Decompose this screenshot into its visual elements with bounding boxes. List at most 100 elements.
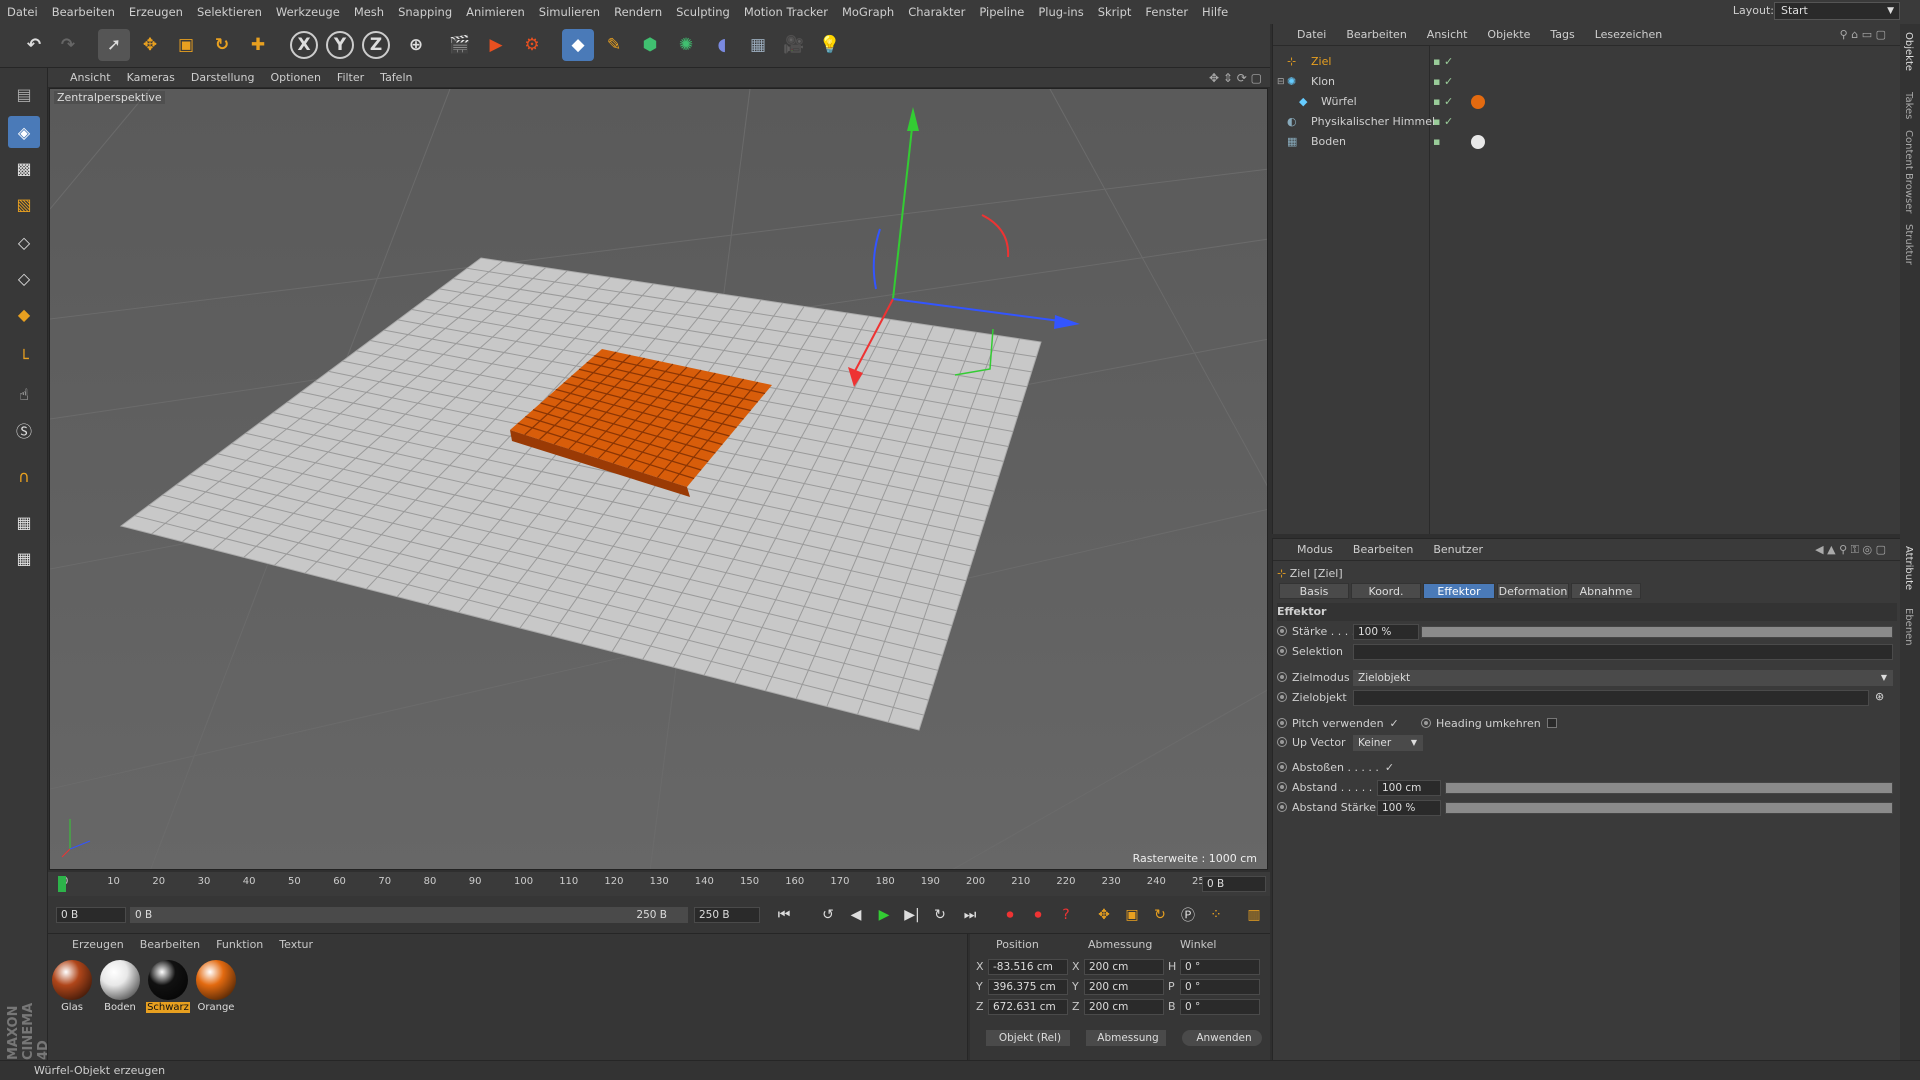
vp-menu-tafeln[interactable]: Tafeln <box>372 71 420 84</box>
vp-menu-optionen[interactable]: Optionen <box>262 71 328 84</box>
menu-bearbeiten[interactable]: Bearbeiten <box>45 5 122 19</box>
coord-mode-select[interactable]: Objekt (Rel) <box>986 1030 1070 1046</box>
dim-y-field[interactable]: 200 cm <box>1084 979 1164 995</box>
polygons-mode-icon[interactable]: ◆ <box>8 298 40 330</box>
pos-y-field[interactable]: 396.375 cm <box>988 979 1068 995</box>
tab-effektor[interactable]: Effektor <box>1423 583 1495 599</box>
last-tool-icon[interactable]: ✚ <box>242 29 274 61</box>
animation-radio[interactable] <box>1277 737 1287 747</box>
am-menu-benutzer[interactable]: Benutzer <box>1423 543 1493 556</box>
live-selection-icon[interactable]: ➚ <box>98 29 130 61</box>
3d-viewport[interactable]: Zentralperspektive Rasterweite : 1000 cm <box>49 88 1268 870</box>
staerke-slider[interactable] <box>1421 626 1893 638</box>
menu-snapping[interactable]: Snapping <box>391 5 459 19</box>
abstand-field[interactable]: 100 cm <box>1377 780 1441 796</box>
next-frame-icon[interactable]: ▶| <box>900 904 924 926</box>
axis-mode-icon[interactable]: └ <box>8 342 40 374</box>
go-to-start-icon[interactable]: ⏮ <box>772 904 796 926</box>
tab-koord[interactable]: Koord. <box>1351 583 1421 599</box>
min-frame-field[interactable]: 0 B <box>56 907 126 923</box>
animation-radio[interactable] <box>1277 692 1287 702</box>
subdivision-icon[interactable]: ⬢ <box>634 29 666 61</box>
object-row-wuerfel[interactable]: ◆ Würfel ▪ ✓ <box>1273 92 1901 112</box>
visibility-check-icon[interactable]: ▪ <box>1433 132 1440 152</box>
tab-deformation[interactable]: Deformation <box>1497 583 1569 599</box>
snapping-icon[interactable]: Ⓢ <box>8 414 40 446</box>
array-icon[interactable]: ✺ <box>670 29 702 61</box>
tab-content-browser[interactable]: Content Browser <box>1903 130 1914 213</box>
timeline-window-icon[interactable]: ▥ <box>1242 904 1266 926</box>
object-row-boden[interactable]: ▦ Boden ▪ <box>1273 132 1901 152</box>
mat-menu-erzeugen[interactable]: Erzeugen <box>64 938 132 951</box>
dim-z-field[interactable]: 200 cm <box>1084 999 1164 1015</box>
menu-werkzeuge[interactable]: Werkzeuge <box>269 5 347 19</box>
zielobjekt-field[interactable] <box>1353 690 1869 706</box>
tab-objekte[interactable]: Objekte <box>1903 32 1914 71</box>
animation-radio[interactable] <box>1277 646 1287 656</box>
menu-pipeline[interactable]: Pipeline <box>972 5 1031 19</box>
tab-ebenen[interactable]: Ebenen <box>1903 608 1914 646</box>
planar-workplane-icon[interactable]: ▦ <box>8 542 40 574</box>
material-tag-icon[interactable] <box>1471 135 1485 149</box>
current-frame-field[interactable]: 0 B <box>1202 876 1266 892</box>
menu-mograph[interactable]: MoGraph <box>835 5 901 19</box>
z-axis-icon[interactable]: Z <box>362 31 390 59</box>
am-menu-modus[interactable]: Modus <box>1287 543 1343 556</box>
menu-hilfe[interactable]: Hilfe <box>1195 5 1235 19</box>
key-parameter-icon[interactable]: Ⓟ <box>1176 904 1200 926</box>
key-position-icon[interactable]: ✥ <box>1092 904 1116 926</box>
visibility-check-icon[interactable]: ▪ ✓ <box>1433 72 1453 92</box>
abstand-staerke-slider[interactable] <box>1445 802 1893 814</box>
light-icon[interactable]: 💡 <box>814 29 846 61</box>
animation-radio[interactable] <box>1277 672 1287 682</box>
render-picture-viewer-icon[interactable]: ▶ <box>480 29 512 61</box>
material-glas[interactable]: Glas <box>50 958 94 1016</box>
rotate-icon[interactable]: ↻ <box>206 29 238 61</box>
apply-button[interactable]: Anwenden <box>1182 1030 1262 1046</box>
move-icon[interactable]: ✥ <box>134 29 166 61</box>
tab-struktur[interactable]: Struktur <box>1903 224 1914 265</box>
heading-checkbox[interactable] <box>1546 718 1557 728</box>
menu-motion-tracker[interactable]: Motion Tracker <box>737 5 835 19</box>
cube-icon[interactable]: ◆ <box>562 29 594 61</box>
viewport-nav-icons[interactable]: ✥ ⇕ ⟳ ▢ <box>1209 71 1262 85</box>
vp-menu-filter[interactable]: Filter <box>329 71 372 84</box>
om-menu-bearbeiten[interactable]: Bearbeiten <box>1336 28 1416 41</box>
pick-object-icon[interactable]: ⊛ <box>1875 690 1884 703</box>
object-row-himmel[interactable]: ◐ Physikalischer Himmel ▪ ✓ <box>1273 112 1901 132</box>
material-orange[interactable]: Orange <box>194 958 238 1016</box>
tab-takes[interactable]: Takes <box>1903 92 1914 119</box>
animation-radio[interactable] <box>1277 626 1287 636</box>
animation-radio[interactable] <box>1277 762 1287 772</box>
menu-charakter[interactable]: Charakter <box>901 5 972 19</box>
go-to-end-icon[interactable]: ⏭ <box>958 904 982 926</box>
om-menu-datei[interactable]: Datei <box>1287 28 1336 41</box>
abstand-slider[interactable] <box>1445 782 1893 794</box>
mat-menu-textur[interactable]: Textur <box>271 938 321 951</box>
vp-menu-ansicht[interactable]: Ansicht <box>62 71 119 84</box>
animation-radio[interactable] <box>1277 718 1287 728</box>
visibility-check-icon[interactable]: ▪ ✓ <box>1433 92 1453 112</box>
menu-rendern[interactable]: Rendern <box>607 5 669 19</box>
tab-basis[interactable]: Basis <box>1279 583 1349 599</box>
menu-skript[interactable]: Skript <box>1091 5 1139 19</box>
material-schwarz[interactable]: Schwarz <box>146 958 190 1016</box>
am-menu-bearbeiten[interactable]: Bearbeiten <box>1343 543 1423 556</box>
pos-x-field[interactable]: -83.516 cm <box>988 959 1068 975</box>
camera-icon[interactable]: 🎥 <box>778 29 810 61</box>
object-row-klon[interactable]: ⊟ ✺ Klon ▪ ✓ <box>1273 72 1901 92</box>
pos-z-field[interactable]: 672.631 cm <box>988 999 1068 1015</box>
pen-spline-icon[interactable]: ✎ <box>598 29 630 61</box>
upvector-select[interactable]: Keiner ▼ <box>1353 735 1423 751</box>
prev-frame-icon[interactable]: ◀ <box>844 904 868 926</box>
workplane-icon[interactable]: ▧ <box>8 188 40 220</box>
abstand-staerke-field[interactable]: 100 % <box>1377 800 1441 816</box>
menu-datei[interactable]: Datei <box>0 5 45 19</box>
scale-icon[interactable]: ▣ <box>170 29 202 61</box>
record-icon[interactable]: ⏺ <box>998 904 1022 926</box>
expand-icon[interactable]: ⊟ <box>1277 72 1285 92</box>
timeline-ruler[interactable]: 0102030405060708090100110120130140150160… <box>48 872 1270 896</box>
floor-icon[interactable]: ▦ <box>742 29 774 61</box>
ang-p-field[interactable]: 0 ° <box>1180 979 1260 995</box>
ang-h-field[interactable]: 0 ° <box>1180 959 1260 975</box>
